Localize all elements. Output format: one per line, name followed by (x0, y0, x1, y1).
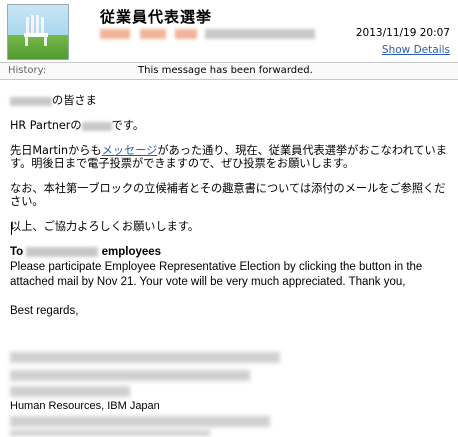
sender-name-redacted (100, 29, 130, 39)
to-line: To employees (10, 245, 454, 260)
sender-address-redacted (205, 29, 315, 39)
paragraph-2: なお、本社第一ブロックの立候補者とその趣意書については添付のメールをご参照くださ… (10, 182, 446, 208)
signature-redacted (10, 352, 280, 363)
show-details-link[interactable]: Show Details (382, 44, 450, 56)
signature-redacted (10, 370, 250, 381)
to-suffix: employees (101, 246, 162, 258)
sender-name-redacted (175, 29, 197, 39)
sender-photo (7, 4, 69, 60)
signature-redacted (10, 416, 270, 427)
sender-name-redacted (140, 29, 166, 39)
greeting: の皆さま (10, 94, 454, 107)
message-body: の皆さま HR Partnerの です。 先日Martinからもメッセージがあった… (10, 94, 454, 319)
english-section: To employees Please participate Employee… (10, 245, 454, 319)
closing: 以上、ご協力よろしくお願いします。 (10, 220, 200, 233)
regards: Best regards, (10, 305, 79, 317)
text-cursor (11, 222, 12, 235)
para1-text: 先日Martinからも (10, 144, 102, 157)
message-date: 2013/11/19 20:07 (355, 27, 450, 39)
history-text: This message has been forwarded. (138, 65, 313, 76)
message-header: 従業員代表選挙 2013/11/19 20:07 Show Details (0, 0, 458, 62)
chair-image-icon (24, 15, 48, 46)
recipient-redacted (10, 96, 52, 106)
message-subject: 従業員代表選挙 (100, 8, 213, 26)
signature-org: Human Resources, IBM Japan (10, 400, 160, 412)
history-label: History: (8, 65, 47, 76)
intro: HR Partnerの です。 (10, 119, 454, 132)
english-message: Please participate Employee Representati… (10, 261, 423, 288)
to-prefix: To (10, 246, 24, 258)
greeting-text: の皆さま (52, 94, 97, 107)
name-redacted (81, 121, 112, 131)
group-redacted (26, 246, 99, 257)
paragraph-1: 先日Martinからもメッセージがあった通り、現在、従業員代表選挙がおこなわれて… (10, 144, 454, 170)
history-bar: History: This message has been forwarded… (0, 62, 458, 80)
signature-redacted (10, 430, 210, 436)
signature-redacted (10, 386, 130, 397)
message-link[interactable]: メッセージ (102, 144, 158, 157)
intro-text: HR Partnerの (10, 119, 82, 132)
intro-suffix: です。 (111, 119, 145, 132)
